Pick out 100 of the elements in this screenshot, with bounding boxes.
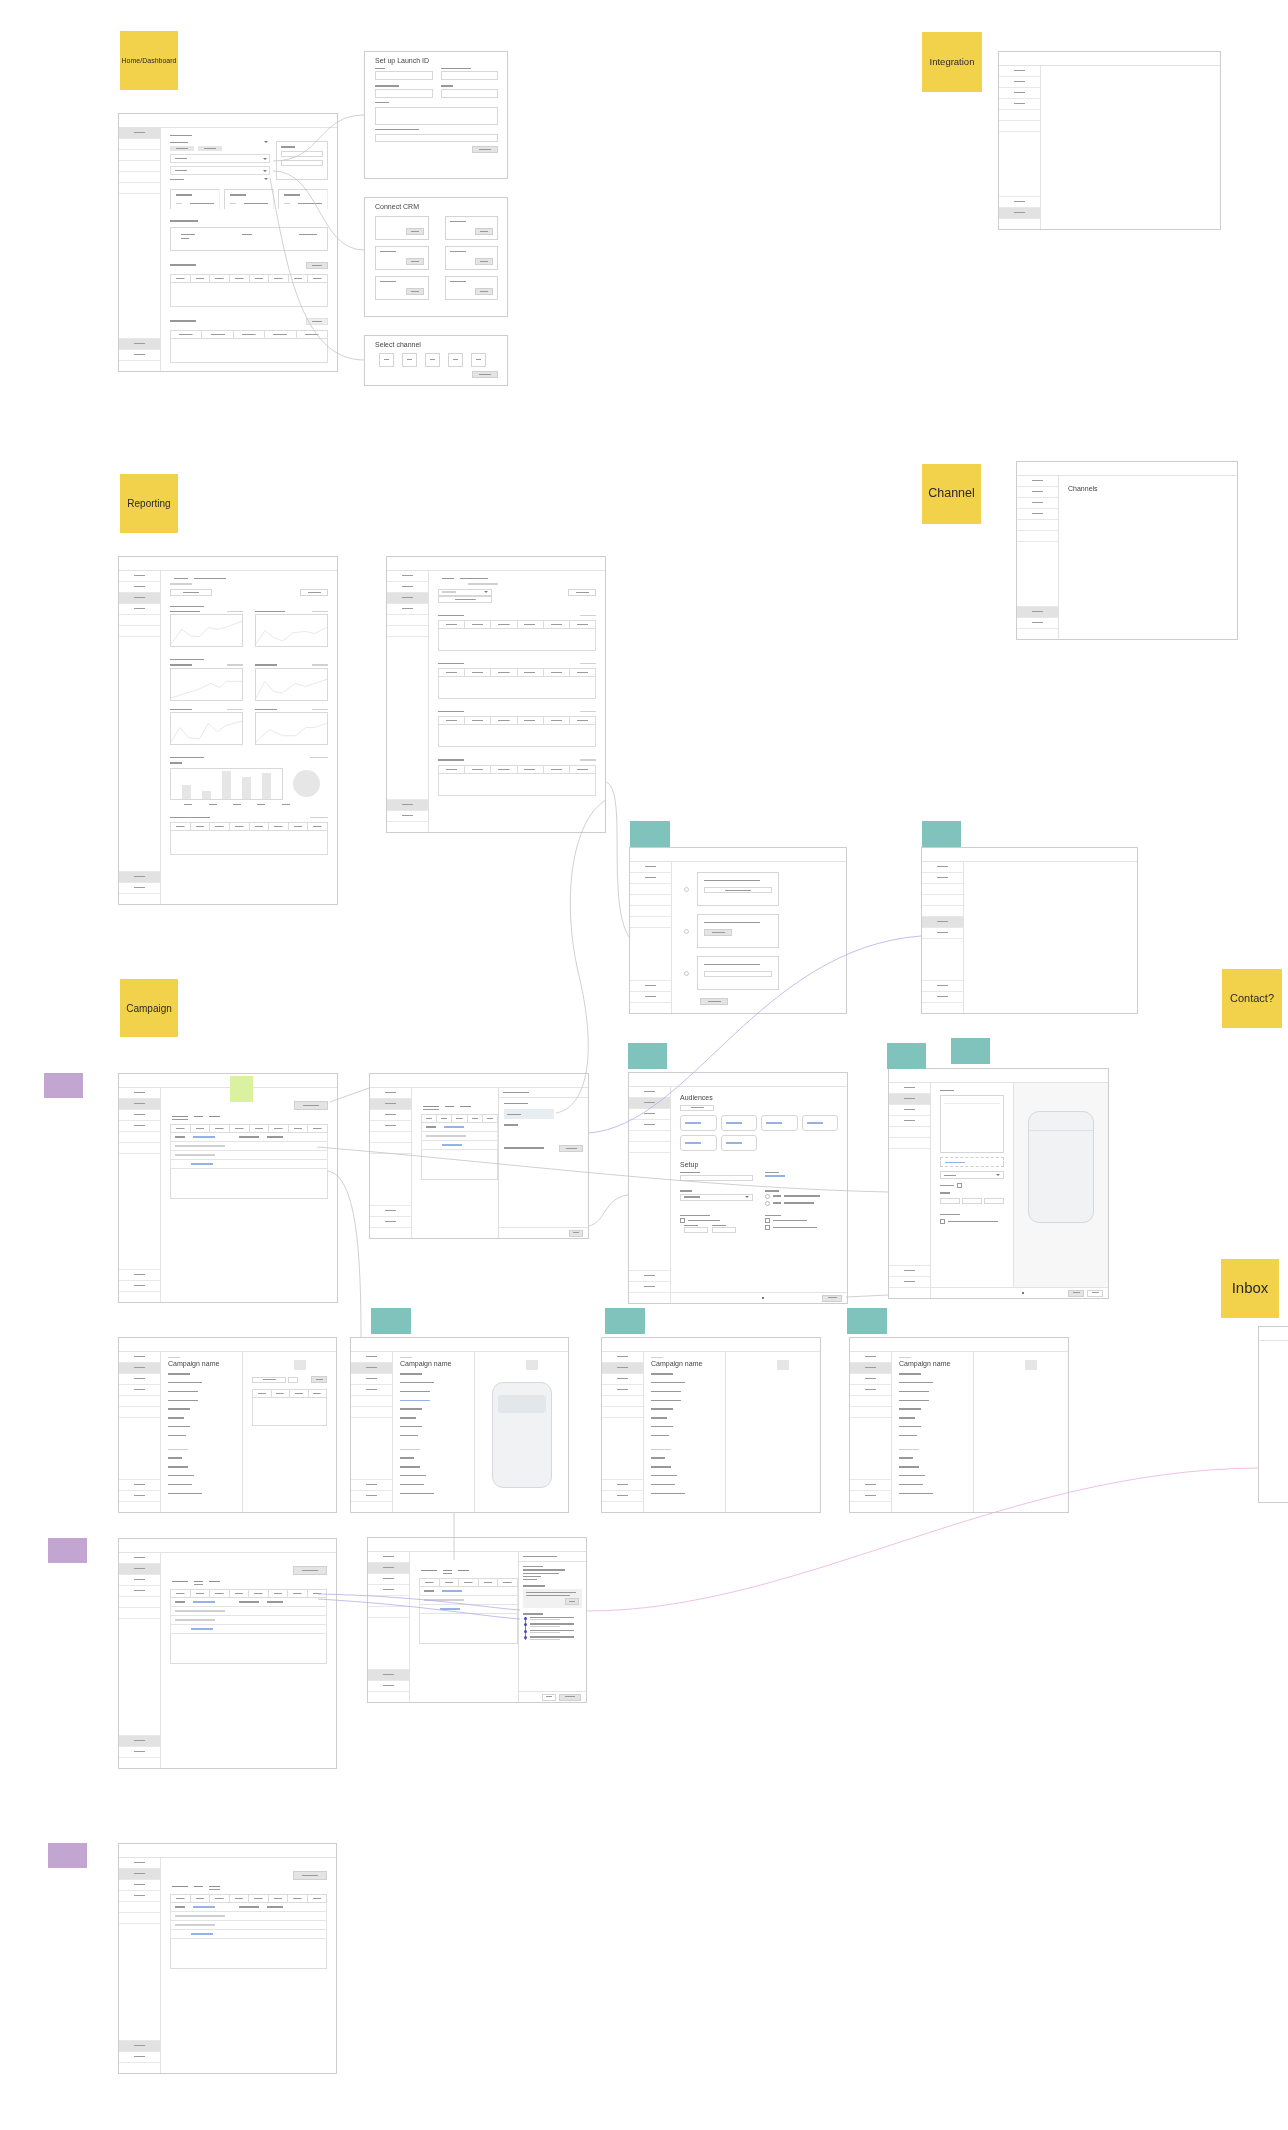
button[interactable] xyxy=(475,258,493,265)
option-card[interactable] xyxy=(375,216,429,240)
table-row[interactable] xyxy=(170,1616,327,1625)
dropdown-field[interactable] xyxy=(940,1171,1004,1180)
sidebar-item[interactable] xyxy=(387,800,428,811)
option-card[interactable] xyxy=(444,216,498,240)
button[interactable] xyxy=(700,998,728,1005)
audience-card[interactable] xyxy=(761,1115,798,1131)
upload-field[interactable] xyxy=(940,1157,1004,1168)
button[interactable] xyxy=(294,1101,328,1110)
button[interactable] xyxy=(475,228,493,235)
checkbox[interactable] xyxy=(765,1224,770,1230)
button[interactable] xyxy=(306,317,328,325)
dropdown-field[interactable] xyxy=(680,1193,753,1201)
input-field[interactable] xyxy=(288,1376,298,1383)
option-card[interactable] xyxy=(444,246,498,270)
option-card[interactable] xyxy=(375,276,429,300)
table-row[interactable] xyxy=(421,1123,498,1132)
sidebar-item[interactable] xyxy=(119,593,160,604)
sidebar-item[interactable] xyxy=(119,872,160,883)
button[interactable] xyxy=(475,288,493,295)
input-field[interactable] xyxy=(712,1227,736,1234)
text-area[interactable] xyxy=(375,106,498,125)
sidebar-item[interactable] xyxy=(119,1099,160,1110)
filter-chip[interactable] xyxy=(198,146,222,152)
sidebar-item[interactable] xyxy=(922,917,963,928)
input-field[interactable] xyxy=(684,1227,708,1234)
checkbox[interactable] xyxy=(765,1217,770,1223)
input-field[interactable] xyxy=(962,1197,982,1204)
channel-option[interactable] xyxy=(425,353,440,367)
input-field[interactable] xyxy=(940,1197,960,1204)
table-row[interactable] xyxy=(170,1133,328,1142)
button[interactable] xyxy=(405,258,424,265)
input-field[interactable] xyxy=(438,595,492,603)
input-field[interactable] xyxy=(281,159,323,166)
input-field[interactable] xyxy=(440,88,498,98)
button[interactable] xyxy=(1087,1289,1103,1297)
date-field[interactable] xyxy=(170,588,212,596)
input-field[interactable] xyxy=(704,971,772,978)
input-field[interactable] xyxy=(704,887,772,894)
sidebar-item[interactable] xyxy=(119,1736,160,1747)
button[interactable] xyxy=(405,228,424,235)
button[interactable] xyxy=(293,1871,327,1880)
sidebar-item[interactable] xyxy=(119,1869,160,1880)
sidebar-item[interactable] xyxy=(629,1098,670,1109)
button[interactable] xyxy=(472,371,498,378)
sidebar-item[interactable] xyxy=(119,2041,160,2052)
image-upload-box[interactable] xyxy=(940,1095,1004,1154)
sidebar-item[interactable] xyxy=(889,1094,930,1105)
button[interactable] xyxy=(1068,1289,1084,1297)
table-row[interactable] xyxy=(419,1596,518,1605)
audience-card[interactable] xyxy=(801,1115,838,1131)
button[interactable] xyxy=(293,1566,327,1575)
audience-card[interactable] xyxy=(680,1135,717,1151)
channel-option[interactable] xyxy=(379,353,394,367)
input-field[interactable] xyxy=(680,1175,753,1182)
filter-chip[interactable] xyxy=(170,146,194,152)
button[interactable] xyxy=(311,1376,327,1383)
button[interactable] xyxy=(472,146,498,154)
button[interactable] xyxy=(569,1229,583,1237)
sidebar-item[interactable] xyxy=(368,1670,409,1681)
checkbox[interactable] xyxy=(940,1218,945,1224)
sidebar-item[interactable] xyxy=(999,208,1040,219)
button[interactable] xyxy=(565,1598,579,1606)
table-row[interactable] xyxy=(419,1587,518,1596)
search-field[interactable] xyxy=(680,1105,714,1111)
audience-card[interactable] xyxy=(720,1135,757,1151)
audience-card[interactable] xyxy=(680,1115,717,1131)
input-field[interactable] xyxy=(375,71,433,81)
channel-option[interactable] xyxy=(402,353,417,367)
checkbox[interactable] xyxy=(957,1183,962,1189)
input-field[interactable] xyxy=(252,1376,286,1383)
input-field[interactable] xyxy=(984,1197,1004,1204)
button[interactable] xyxy=(704,929,732,937)
sidebar-item[interactable] xyxy=(387,593,428,604)
sidebar-item[interactable] xyxy=(850,1363,891,1374)
button[interactable] xyxy=(306,261,328,269)
button[interactable] xyxy=(559,1144,583,1152)
table-row[interactable] xyxy=(170,1142,328,1151)
table-row[interactable] xyxy=(170,1625,327,1634)
audience-card[interactable] xyxy=(720,1115,757,1131)
table-row[interactable] xyxy=(170,1598,327,1607)
list-item[interactable] xyxy=(504,1109,554,1120)
table-row[interactable] xyxy=(170,1151,328,1160)
button[interactable] xyxy=(542,1693,556,1701)
sidebar-item[interactable] xyxy=(602,1363,643,1374)
option-card[interactable] xyxy=(444,276,498,300)
table-row[interactable] xyxy=(170,1607,327,1616)
button[interactable] xyxy=(405,288,424,295)
sidebar-item[interactable] xyxy=(370,1099,411,1110)
input-field[interactable] xyxy=(375,134,498,143)
button[interactable] xyxy=(300,588,328,596)
sidebar-item[interactable] xyxy=(119,1363,160,1374)
sidebar-item[interactable] xyxy=(368,1563,409,1574)
table-row[interactable] xyxy=(170,1921,327,1930)
checkbox[interactable] xyxy=(680,1217,685,1223)
dropdown-field[interactable] xyxy=(438,588,492,596)
channel-option[interactable] xyxy=(448,353,463,367)
sidebar-item[interactable] xyxy=(351,1363,392,1374)
table-row[interactable] xyxy=(419,1605,518,1614)
